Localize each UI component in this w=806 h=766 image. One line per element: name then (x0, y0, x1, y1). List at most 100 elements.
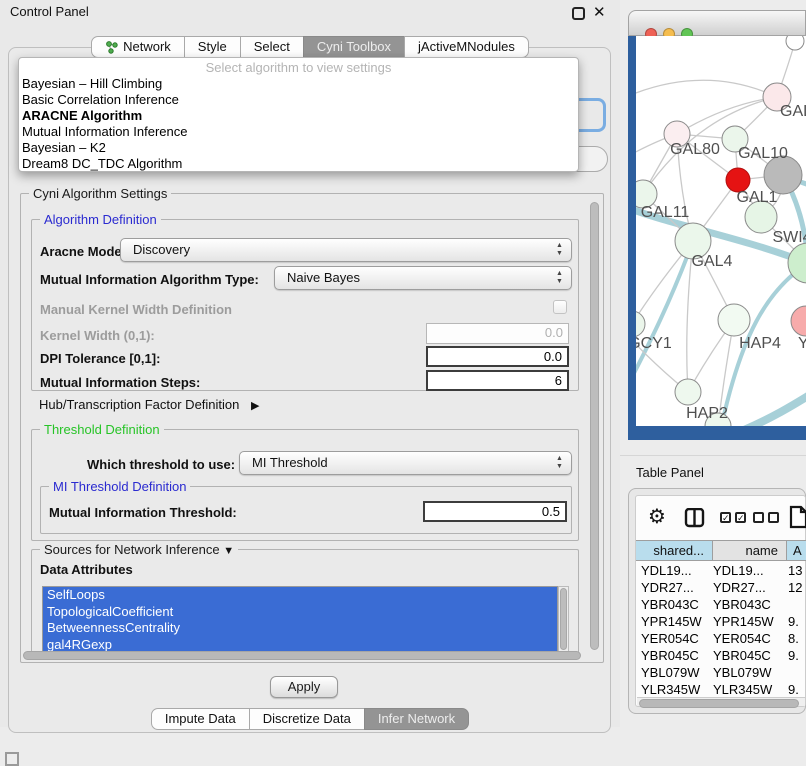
tab-select[interactable]: Select (240, 36, 304, 58)
tab-infer-network[interactable]: Infer Network (364, 708, 469, 730)
popup-item[interactable]: Mutual Information Inference (19, 124, 578, 140)
table-row[interactable]: YPR145W YPR145W 9. (636, 613, 806, 630)
window-grip[interactable] (5, 752, 19, 766)
table-horizontal-scrollbar[interactable] (637, 697, 805, 706)
cell: YPR145W (641, 614, 702, 629)
columns-icon[interactable] (684, 508, 706, 528)
network-window-titlebar[interactable] (628, 10, 806, 36)
network-node-gcy1[interactable] (636, 311, 645, 337)
tab-discretize-data[interactable]: Discretize Data (249, 708, 365, 730)
combo-stepper-icon: ▲▼ (555, 455, 564, 471)
mi-threshold-label: Mutual Information Threshold: (49, 505, 237, 520)
table-row[interactable]: YDR27... YDR27... 12 (636, 579, 806, 596)
kernel-width-label: Kernel Width (0,1): (40, 328, 155, 343)
table-row[interactable]: YBR045C YBR045C 9. (636, 647, 806, 664)
popup-item-selected[interactable]: ARACNE Algorithm (19, 108, 578, 124)
popup-item[interactable]: Bayesian – Hill Climbing (19, 76, 578, 92)
attribute-item-selected[interactable]: BetweennessCentrality (43, 620, 557, 637)
cell: YBR043C (641, 597, 699, 612)
network-node-hap2[interactable] (675, 379, 701, 405)
unchecked-box-icon (753, 512, 764, 523)
mi-type-label: Mutual Information Algorithm Type: (40, 272, 259, 287)
popup-item[interactable]: Bayesian – K2 (19, 140, 578, 156)
network-node-hap4[interactable] (718, 304, 750, 336)
tab-style[interactable]: Style (184, 36, 241, 58)
settings-horizontal-scrollbar[interactable] (23, 651, 581, 660)
mi-threshold-field[interactable]: 0.5 (423, 501, 567, 522)
network-edge[interactable] (636, 241, 693, 381)
algorithm-definition-group: Algorithm Definition Aracne Mode: Discov… (31, 219, 579, 391)
node-label: HAP2 (686, 405, 728, 422)
popup-item[interactable]: Basic Correlation Inference (19, 92, 578, 108)
unchecked-columns-icon[interactable] (753, 512, 779, 523)
float-window-icon[interactable] (572, 7, 585, 20)
network-canvas[interactable]: GALGAL80GAL10GAL1GAL11SWI4GAL4GCY1HAP4YH… (636, 36, 806, 426)
aracne-mode-label: Aracne Mode: (40, 244, 126, 259)
algorithm-dropdown-popup: Select algorithm to view settings Bayesi… (18, 57, 579, 172)
which-threshold-label: Which threshold to use: (87, 457, 235, 472)
tab-label: Cyni Toolbox (317, 37, 391, 57)
combo-stepper-icon: ▲▼ (555, 270, 564, 286)
close-icon[interactable]: ✕ (593, 3, 606, 21)
cell: YBR045C (641, 648, 699, 663)
top-tab-bar: Network Style Select Cyni Toolbox jActiv… (0, 36, 620, 58)
attribute-item-selected[interactable]: TopologicalCoefficient (43, 604, 557, 621)
group-title: Cyni Algorithm Settings (29, 186, 171, 201)
attributes-scrollbar[interactable] (558, 586, 569, 652)
tab-label: jActiveMNodules (418, 37, 515, 57)
network-node[interactable] (791, 306, 806, 336)
panel-title: Control Panel (10, 4, 89, 19)
node-label: GCY1 (636, 335, 672, 352)
column-header-shared-name[interactable]: shared... (636, 540, 712, 561)
cell: YBR043C (713, 597, 771, 612)
attribute-item-selected[interactable]: gal4RGexp (43, 637, 557, 653)
data-attributes-label: Data Attributes (40, 562, 133, 577)
dpi-tolerance-field[interactable]: 0.0 (426, 346, 569, 367)
tab-jactivemnodules[interactable]: jActiveMNodules (404, 36, 529, 58)
threshold-definition-group: Threshold Definition Which threshold to … (31, 429, 579, 541)
checked-columns-icon[interactable]: ✓ ✓ (720, 512, 746, 523)
table-row[interactable]: YBL079W YBL079W (636, 664, 806, 681)
tab-label: Network (123, 37, 171, 57)
column-header-partial[interactable]: A (786, 540, 806, 561)
table-panel-title: Table Panel (636, 465, 704, 480)
network-edge[interactable] (636, 80, 777, 97)
settings-vertical-scrollbar[interactable] (590, 202, 599, 650)
group-title: Algorithm Definition (40, 212, 161, 227)
cell: YER054C (713, 631, 771, 646)
document-icon[interactable] (789, 505, 806, 529)
which-threshold-combo[interactable]: MI Threshold ▲▼ (239, 451, 572, 475)
node-label: GAL1 (737, 189, 778, 206)
gear-icon[interactable]: ⚙ (648, 506, 666, 528)
kernel-width-field[interactable]: 0.0 (426, 323, 569, 344)
sources-toggle[interactable]: Sources for Network Inference ▼ (40, 542, 238, 557)
table-row[interactable]: YDL19... YDL19... 13 (636, 562, 806, 579)
mi-steps-field[interactable]: 6 (426, 370, 569, 391)
mi-type-combo[interactable]: Naive Bayes ▲▼ (274, 266, 572, 290)
aracne-mode-combo[interactable]: Discovery ▲▼ (120, 238, 572, 262)
combo-value: MI Threshold (252, 455, 328, 470)
tab-cyni-toolbox[interactable]: Cyni Toolbox (303, 36, 405, 58)
tab-label: Discretize Data (263, 709, 351, 729)
mi-steps-label: Mutual Information Steps: (40, 375, 200, 390)
network-icon (105, 41, 118, 54)
hub-definition-toggle[interactable]: Hub/Transcription Factor Definition ▶ (39, 397, 259, 412)
tab-network[interactable]: Network (91, 36, 185, 58)
network-edge[interactable] (744, 390, 806, 426)
cell: YDR27... (641, 580, 694, 595)
attribute-item-selected[interactable]: SelfLoops (43, 587, 557, 604)
network-node[interactable] (786, 36, 804, 50)
collapsed-arrow-icon: ▶ (251, 400, 259, 412)
panel-divider (620, 455, 806, 456)
column-header-name[interactable]: name (712, 540, 786, 561)
table-row[interactable]: YBR043C YBR043C (636, 596, 806, 613)
tab-impute-data[interactable]: Impute Data (151, 708, 250, 730)
cell: 8. (788, 631, 799, 646)
cell: YDL19... (713, 563, 764, 578)
table-row[interactable]: YER054C YER054C 8. (636, 630, 806, 647)
popup-item[interactable]: Dream8 DC_TDC Algorithm (19, 156, 578, 172)
cell: YER054C (641, 631, 699, 646)
manual-kernel-checkbox[interactable] (553, 300, 567, 314)
hub-definition-label: Hub/Transcription Factor Definition (39, 397, 239, 412)
apply-button[interactable]: Apply (270, 676, 338, 698)
